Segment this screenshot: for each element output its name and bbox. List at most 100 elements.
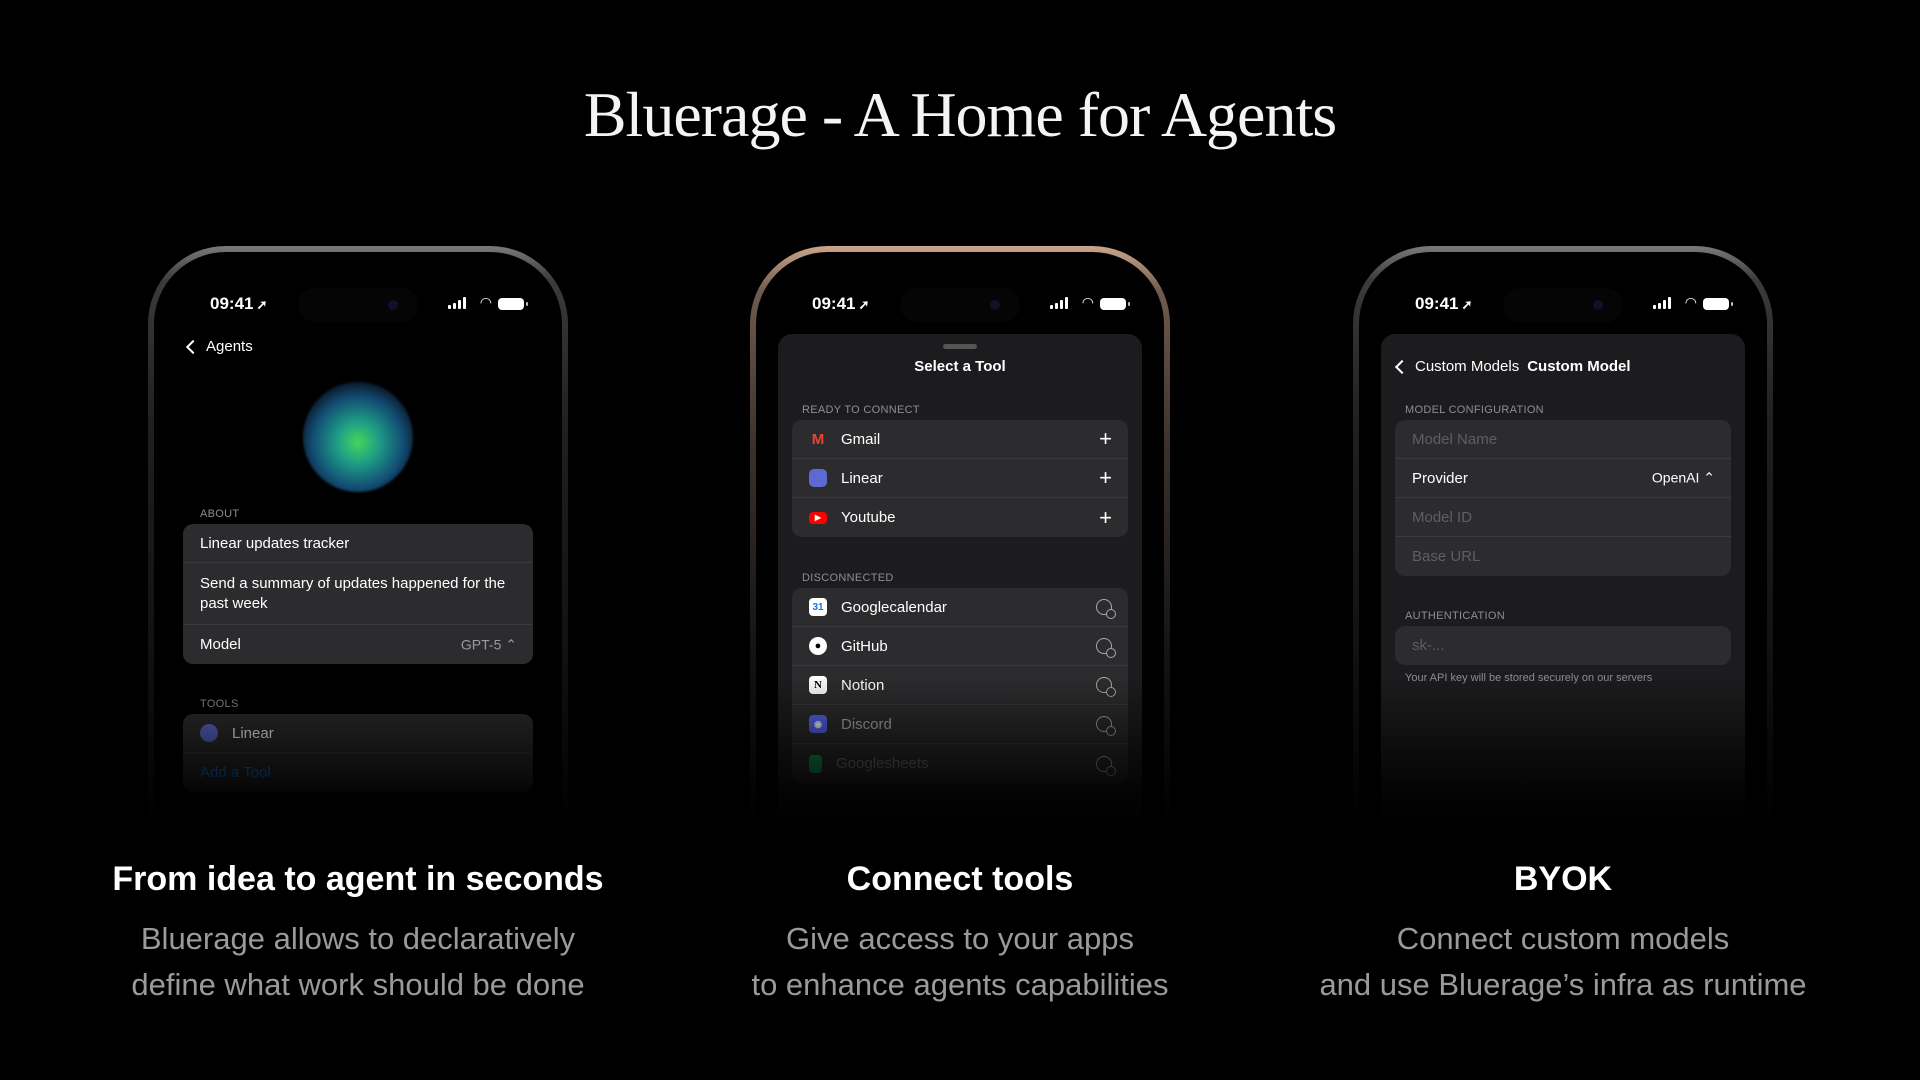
feature-title: BYOK [1513,860,1613,898]
ready-group: M Gmail + Linear + ▶ Youtube + [792,420,1128,537]
battery-icon [498,298,528,310]
plus-icon[interactable]: + [1099,426,1112,452]
base-url-placeholder: Base URL [1412,548,1481,565]
phone-screen: 09:41 ➚ ◠ Select a Tool READY TO CONNECT … [768,264,1152,826]
wifi-icon: ◠ [1684,294,1697,310]
sheet-grabber[interactable] [943,344,977,349]
api-key-note: Your API key will be stored securely on … [1405,672,1653,684]
tool-row-github[interactable]: ● GitHub [792,627,1128,666]
plus-icon[interactable]: + [1099,465,1112,491]
feature-description-line: Connect custom models [1396,921,1730,956]
agent-name-field[interactable]: Linear updates tracker [183,524,533,563]
tool-label: Linear [232,724,274,742]
disconnected-group: 31 Googlecalendar ● GitHub N Notion ◉ Di… [792,588,1128,783]
tools-group: Linear Add a Tool [183,714,533,792]
model-id-placeholder: Model ID [1412,508,1473,526]
wifi-icon: ◠ [1081,294,1094,310]
model-id-input[interactable]: Model ID [1395,498,1731,537]
notion-icon: N [809,676,827,694]
status-bar: 09:41 ➚ ◠ [166,288,550,322]
nav-title: Custom Model [1527,358,1631,375]
status-time: 09:41 ➚ [1415,294,1473,313]
feature-description: Give access to your apps to enhance agen… [670,916,1250,1008]
chevron-left-icon[interactable] [1394,359,1410,374]
link-icon[interactable] [1096,755,1116,776]
phone-frame: 09:41 ➚ ◠ Agents ABOUT Linear updates tra… [148,246,568,826]
tool-row-googlecalendar[interactable]: 31 Googlecalendar [792,588,1128,627]
linear-icon [200,724,218,742]
plus-icon[interactable]: + [1099,505,1112,531]
feature-title: From idea to agent in seconds [112,860,604,898]
add-tool-button[interactable]: Add a Tool [183,753,533,792]
wifi-icon: ◠ [479,294,492,310]
link-icon[interactable] [1096,599,1116,619]
feature-description-line: Give access to your apps [785,921,1135,956]
youtube-icon: ▶ [809,511,827,524]
sheet-title: Select a Tool [914,358,1006,375]
add-tool-label: Add a Tool [200,764,271,781]
tool-row-googlesheets[interactable]: Googlesheets [792,744,1128,783]
tool-label: Linear [841,469,883,487]
tool-label: Youtube [841,509,896,526]
section-label-disconnected: DISCONNECTED [802,572,894,584]
google-sheets-icon [809,754,822,773]
back-button[interactable]: Custom Models [1415,358,1519,375]
section-label-model-config: MODEL CONFIGURATION [1405,404,1544,416]
model-name-placeholder: Model Name [1412,430,1498,448]
feature-description-line: define what work should be done [131,967,585,1002]
agent-description-field[interactable]: Send a summary of updates happened for t… [183,563,533,625]
github-icon: ● [809,637,827,655]
linear-icon [809,469,827,487]
battery-icon [1703,298,1733,310]
dynamic-island [298,288,418,322]
tool-row-notion[interactable]: N Notion [792,666,1128,705]
model-label: Model [200,636,241,653]
status-time: 09:41 ➚ [812,294,870,313]
api-key-placeholder: sk-... [1412,637,1445,654]
tool-label: Notion [841,676,885,694]
phone-frame: 09:41 ➚ ◠ Custom Models Custom Model MODE… [1353,246,1773,826]
tool-row-linear[interactable]: Linear + [792,459,1128,498]
about-group: Linear updates tracker Send a summary of… [183,524,533,664]
tool-row-linear[interactable]: Linear [183,714,533,753]
base-url-input[interactable]: Base URL [1395,537,1731,576]
model-value: GPT-5 ⌃ [460,636,517,652]
cellular-signal-icon [1653,297,1671,309]
tool-row-discord[interactable]: ◉ Discord [792,705,1128,744]
tool-row-youtube[interactable]: ▶ Youtube + [792,498,1128,537]
link-icon[interactable] [1096,716,1116,736]
gmail-icon: M [811,430,825,448]
tool-label: GitHub [841,637,888,655]
model-name-input[interactable]: Model Name [1395,420,1731,459]
back-label: Agents [206,338,253,355]
section-label-tools: TOOLS [200,698,239,710]
link-icon[interactable] [1096,677,1116,697]
provider-label: Provider [1412,469,1468,487]
provider-picker-row[interactable]: Provider OpenAI ⌃ [1395,459,1731,498]
agent-orb-avatar [303,382,413,492]
tool-label: Discord [841,715,892,733]
nav-bar: Custom Models Custom Model [1394,358,1631,375]
model-picker-row[interactable]: Model GPT-5 ⌃ [183,625,533,664]
api-key-input[interactable]: sk-... [1395,626,1731,665]
status-bar: 09:41 ➚ ◠ [768,288,1152,322]
link-icon[interactable] [1096,638,1116,658]
phone-screen: 09:41 ➚ ◠ Custom Models Custom Model MODE… [1371,264,1755,826]
discord-icon: ◉ [809,715,827,733]
section-label-about: ABOUT [200,508,240,520]
feature-title: Connect tools [846,860,1074,898]
location-arrow-icon: ➚ [1461,297,1473,312]
agent-description-text: Send a summary of updates happened for t… [200,574,506,612]
chevron-left-icon [185,339,201,354]
tool-row-gmail[interactable]: M Gmail + [792,420,1128,459]
feature-column-byok: 09:41 ➚ ◠ Custom Models Custom Model MODE… [1319,246,1807,1002]
feature-description-line: and use Bluerage’s infra as runtime [1319,967,1807,1002]
provider-value: OpenAI ⌃ [1651,469,1715,486]
custom-model-sheet: Custom Models Custom Model MODEL CONFIGU… [1381,334,1745,826]
back-button[interactable]: Agents [185,338,253,355]
dynamic-island [900,288,1020,322]
feature-description: Connect custom models and use Bluerage’s… [1273,916,1853,1008]
tool-label: Googlesheets [836,755,929,772]
cellular-signal-icon [1050,297,1068,309]
location-arrow-icon: ➚ [858,297,870,312]
